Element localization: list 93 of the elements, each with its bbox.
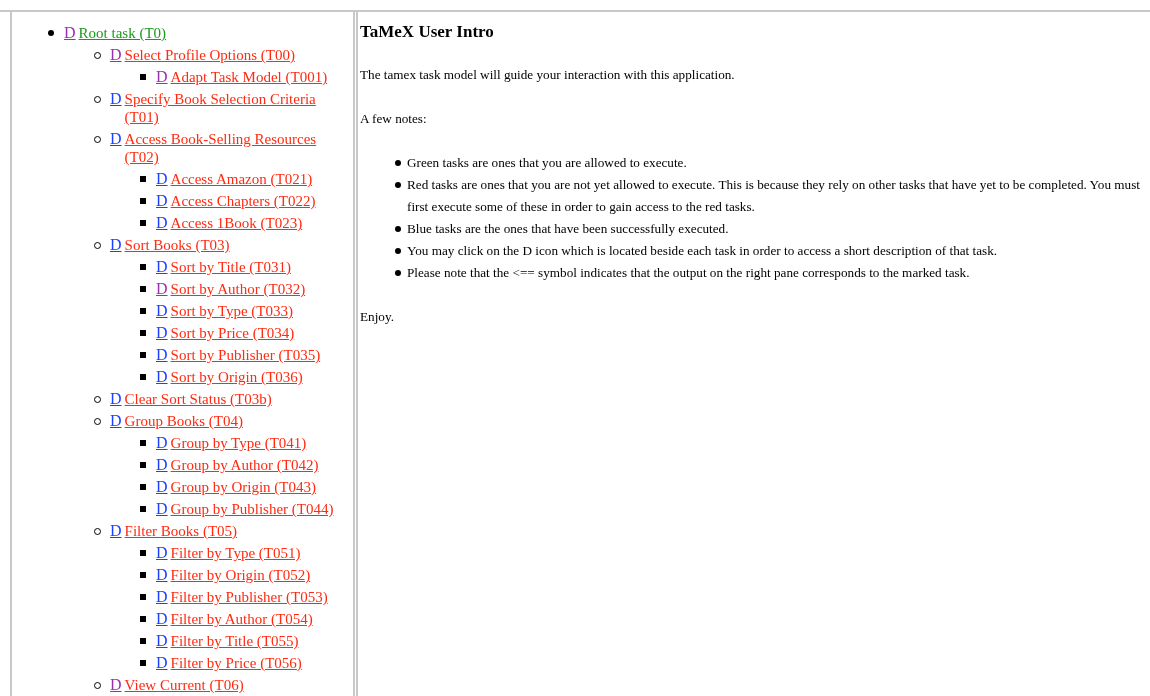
description-link[interactable]: D (110, 236, 122, 254)
note-text: Green tasks are ones that you are allowed to execute. (407, 154, 687, 172)
task-link[interactable]: Group by Publisher (T044) (170, 500, 334, 518)
task-link[interactable]: Sort by Price (T034) (170, 324, 295, 342)
task-link[interactable]: Sort by Publisher (T035) (170, 346, 321, 364)
description-link[interactable]: D (156, 258, 168, 276)
task-link[interactable]: Group by Origin (T043) (170, 478, 316, 496)
task-link[interactable]: Sort by Author (T032) (170, 280, 306, 298)
square-bullet-icon (140, 462, 146, 468)
task-link[interactable]: Filter by Title (T055) (170, 632, 299, 650)
description-link[interactable]: D (156, 192, 168, 210)
task-link[interactable]: Adapt Task Model (T001) (170, 68, 328, 86)
square-bullet-icon (140, 440, 146, 446)
description-link[interactable]: D (156, 214, 168, 232)
description-link[interactable]: D (156, 632, 168, 650)
task-link[interactable]: Sort by Type (T033) (170, 302, 293, 320)
intro-title: TaMeX User Intro (360, 21, 495, 43)
description-link[interactable]: D (110, 130, 122, 148)
disc-bullet-icon (395, 160, 401, 166)
disc-bullet-icon (395, 182, 401, 188)
task-link[interactable]: Sort Books (T03) (124, 236, 230, 254)
description-link[interactable]: D (156, 302, 168, 320)
description-link[interactable]: D (156, 654, 168, 672)
square-bullet-icon (140, 506, 146, 512)
intro-paragraph: A few notes: (360, 110, 428, 128)
square-bullet-icon (140, 638, 146, 644)
square-bullet-icon (140, 264, 146, 270)
description-link[interactable]: D (156, 478, 168, 496)
task-link[interactable]: Filter by Price (T056) (170, 654, 302, 672)
description-link[interactable]: D (110, 412, 122, 430)
square-bullet-icon (140, 594, 146, 600)
description-link[interactable]: D (110, 522, 122, 540)
task-link[interactable]: Access Amazon (T021) (170, 170, 313, 188)
disc-bullet-icon (395, 270, 401, 276)
square-bullet-icon (140, 352, 146, 358)
task-link[interactable]: Access Book-Selling Resources (T02) (124, 130, 325, 166)
task-link[interactable]: Filter by Origin (T052) (170, 566, 311, 584)
square-bullet-icon (140, 660, 146, 666)
square-bullet-icon (140, 74, 146, 80)
task-link[interactable]: Filter Books (T05) (124, 522, 238, 540)
description-link[interactable]: D (110, 90, 122, 108)
square-bullet-icon (140, 374, 146, 380)
task-link[interactable]: Clear Sort Status (T03b) (124, 390, 272, 408)
note-text: You may click on the D icon which is located beside each task in order to access a short description of that task. (407, 242, 998, 260)
square-bullet-icon (140, 286, 146, 292)
description-link[interactable]: D (156, 280, 168, 298)
description-link[interactable]: D (156, 456, 168, 474)
description-link[interactable]: D (110, 676, 122, 694)
task-link[interactable]: Access 1Book (T023) (170, 214, 303, 232)
task-link[interactable]: Root task (T0) (78, 24, 167, 42)
note-text: Please note that the <== symbol indicates that the output on the right pane corresponds to the marked task. (407, 264, 970, 282)
task-link[interactable]: Filter by Publisher (T053) (170, 588, 328, 606)
disc-bullet-icon (395, 226, 401, 232)
task-link[interactable]: Specify Book Selection Criteria (T01) (124, 90, 325, 126)
description-link[interactable]: D (156, 346, 168, 364)
description-link[interactable]: D (156, 566, 168, 584)
description-link[interactable]: D (156, 500, 168, 518)
intro-paragraph: The tamex task model will guide your interaction with this application. (360, 66, 736, 84)
description-link[interactable]: D (156, 170, 168, 188)
task-link[interactable]: Group by Author (T042) (170, 456, 319, 474)
square-bullet-icon (140, 176, 146, 182)
description-link[interactable]: D (156, 324, 168, 342)
disc-bullet-icon (395, 248, 401, 254)
task-link[interactable]: Group by Type (T041) (170, 434, 307, 452)
description-link[interactable]: D (110, 390, 122, 408)
disc-bullet-icon (48, 30, 54, 36)
description-link[interactable]: D (156, 68, 168, 86)
task-link[interactable]: Access Chapters (T022) (170, 192, 316, 210)
square-bullet-icon (140, 616, 146, 622)
square-bullet-icon (140, 308, 146, 314)
task-link[interactable]: Select Profile Options (T00) (124, 46, 295, 64)
closing-text: Enjoy. (360, 308, 395, 326)
task-link[interactable]: Sort by Title (T031) (170, 258, 291, 276)
description-link[interactable]: D (156, 610, 168, 628)
description-link[interactable]: D (110, 46, 122, 64)
note-text: Red tasks are ones that you are not yet allowed to execute. This is because they rely on other tasks that have yet to be completed. You must first execute some of these in order to gain access to the red tasks. (407, 176, 1140, 216)
square-bullet-icon (140, 198, 146, 204)
square-bullet-icon (140, 572, 146, 578)
task-link[interactable]: Filter by Type (T051) (170, 544, 301, 562)
description-link[interactable]: D (156, 434, 168, 452)
description-link[interactable]: D (64, 24, 76, 42)
description-link[interactable]: D (156, 368, 168, 386)
task-link[interactable]: Sort by Origin (T036) (170, 368, 303, 386)
square-bullet-icon (140, 330, 146, 336)
square-bullet-icon (140, 220, 146, 226)
description-link[interactable]: D (156, 544, 168, 562)
task-link[interactable]: Filter by Author (T054) (170, 610, 313, 628)
description-link[interactable]: D (156, 588, 168, 606)
square-bullet-icon (140, 550, 146, 556)
task-link[interactable]: Group Books (T04) (124, 412, 243, 430)
task-link[interactable]: View Current (T06) (124, 676, 244, 694)
square-bullet-icon (140, 484, 146, 490)
note-text: Blue tasks are the ones that have been successfully executed. (407, 220, 729, 238)
